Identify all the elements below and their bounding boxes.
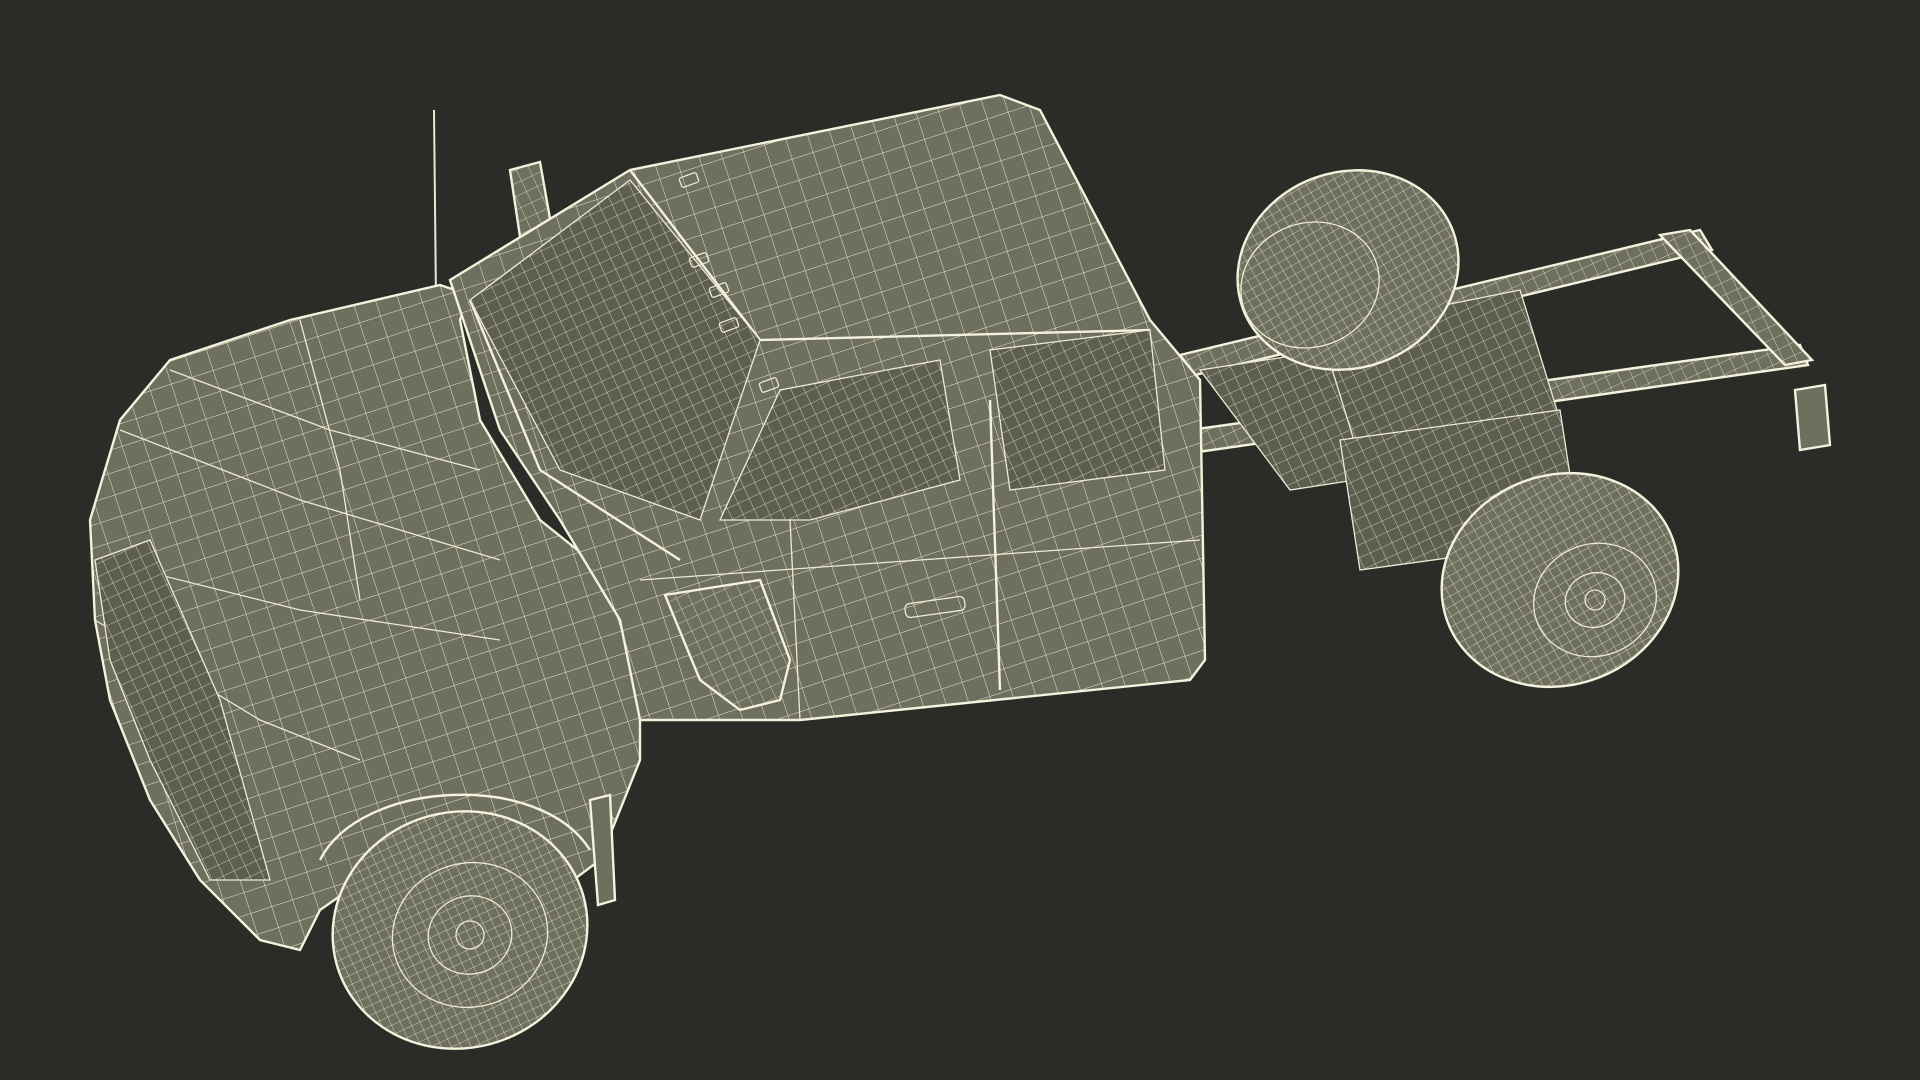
render-viewport (0, 0, 1920, 1080)
truck-wireframe-render (88, 93, 1832, 1050)
antenna (433, 109, 437, 301)
